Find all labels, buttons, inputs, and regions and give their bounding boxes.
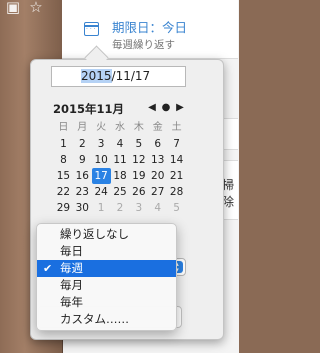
weekday-label: 火 bbox=[96, 122, 107, 133]
weekday-label: 水 bbox=[115, 122, 125, 133]
today-button[interactable]: ● bbox=[160, 101, 172, 115]
calendar-day[interactable]: 6 bbox=[148, 136, 167, 152]
task-row[interactable] bbox=[222, 118, 238, 150]
calendar-day[interactable]: 2 bbox=[111, 200, 130, 216]
calendar-day[interactable]: 24 bbox=[92, 184, 111, 200]
prev-month-button[interactable]: ◀ bbox=[146, 101, 158, 115]
calendar-day[interactable]: 4 bbox=[111, 136, 130, 152]
repeat-option-label: 毎日 bbox=[60, 244, 83, 258]
repeat-option-label: 繰り返しなし bbox=[60, 227, 129, 241]
calendar-day[interactable]: 29 bbox=[54, 200, 73, 216]
calendar-day[interactable]: 3 bbox=[129, 200, 148, 216]
repeat-options-menu: 繰り返しなし 毎日 ✔ 毎週毎月毎年カスタム…… bbox=[36, 223, 177, 331]
weekday-header: 日月火水木金土 bbox=[54, 120, 186, 136]
repeat-option-label: 毎週 bbox=[60, 261, 83, 275]
calendar-week: 8 9 10 11 12 13 14 bbox=[54, 152, 186, 168]
due-date-row[interactable]: 期限日：今日 毎週繰り返す bbox=[62, 0, 238, 59]
calendar-day[interactable]: 11 bbox=[111, 152, 130, 168]
calendar-day[interactable]: 23 bbox=[73, 184, 92, 200]
weekday-label: 月 bbox=[77, 122, 88, 133]
calendar-day[interactable]: 3 bbox=[92, 136, 111, 152]
weekday-label: 金 bbox=[152, 122, 163, 133]
calendar-week: 15 16 17 18 19 20 21 bbox=[54, 168, 186, 184]
date-input[interactable]: 2015/11/17 bbox=[51, 66, 186, 87]
calendar-week: 1234567 bbox=[54, 136, 186, 152]
repeat-option[interactable]: カスタム…… bbox=[37, 311, 176, 328]
calendar-day[interactable]: 21 bbox=[167, 168, 186, 184]
month-title: 2015年11月 bbox=[53, 102, 125, 116]
calendar-day[interactable]: 27 bbox=[148, 184, 167, 200]
calendar-day[interactable]: 8 bbox=[54, 152, 73, 168]
lock-icon[interactable]: ▣ bbox=[4, 0, 22, 16]
calendar-day[interactable]: 28 bbox=[167, 184, 186, 200]
task-title-partial: 掃除 bbox=[222, 178, 235, 209]
weekday-label: 日 bbox=[58, 122, 69, 133]
calendar-day[interactable]: 9 bbox=[73, 152, 92, 168]
calendar-week: 22 23 24 25 26 27 28 bbox=[54, 184, 186, 200]
calendar-day[interactable]: 1 bbox=[54, 136, 73, 152]
calendar-icon bbox=[84, 22, 99, 36]
repeat-option-label: 毎年 bbox=[60, 295, 83, 309]
repeat-option[interactable]: 毎年 bbox=[37, 294, 176, 311]
calendar-day[interactable]: 16 bbox=[73, 168, 92, 184]
repeat-option[interactable]: ✔ 毎週 bbox=[37, 260, 176, 277]
calendar-day[interactable]: 22 bbox=[54, 184, 73, 200]
repeat-option[interactable]: 繰り返しなし bbox=[37, 226, 176, 243]
calendar-day[interactable]: 10 bbox=[92, 152, 111, 168]
checkmark-icon: ✔ bbox=[43, 262, 53, 275]
calendar-day[interactable]: 30 bbox=[73, 200, 92, 216]
repeat-option[interactable]: 毎日 bbox=[37, 243, 176, 260]
calendar-week: 29 30 1 2 3 4 5 bbox=[54, 200, 186, 216]
calendar-grid: 日月火水木金土 1 2 3 4 5 6 7 8 9 10 11 12 13 14 15 16 17 18 19 20 21… bbox=[54, 120, 186, 216]
calendar-day-selected[interactable]: 17 bbox=[91, 168, 111, 184]
calendar-day[interactable]: 20 bbox=[148, 168, 167, 184]
repeat-option[interactable]: 毎月 bbox=[37, 277, 176, 294]
repeat-option-label: カスタム…… bbox=[60, 312, 129, 326]
calendar-day[interactable]: 18 bbox=[111, 168, 130, 184]
repeat-option-label: 毎月 bbox=[60, 278, 83, 292]
next-month-button[interactable]: ▶ bbox=[174, 101, 186, 115]
calendar-day[interactable]: 7 bbox=[167, 136, 186, 152]
calendar-day[interactable]: 25 bbox=[111, 184, 130, 200]
calendar-day[interactable]: 12 bbox=[129, 152, 148, 168]
due-date-label: 期限日：今日 bbox=[112, 20, 188, 35]
repeat-summary: 毎週繰り返す bbox=[112, 39, 175, 51]
calendar-day[interactable]: 14 bbox=[167, 152, 186, 168]
weekday-label: 木 bbox=[133, 122, 144, 133]
date-input-selected-text: 2015 bbox=[81, 69, 112, 83]
calendar-day[interactable]: 26 bbox=[129, 184, 148, 200]
calendar-day[interactable]: 19 bbox=[129, 168, 148, 184]
calendar-day[interactable]: 2 bbox=[73, 136, 92, 152]
calendar-day[interactable]: 13 bbox=[148, 152, 167, 168]
date-input-text: /11/17 bbox=[111, 69, 151, 83]
calendar-day[interactable]: 5 bbox=[129, 136, 148, 152]
weekday-label: 土 bbox=[171, 122, 182, 133]
star-icon[interactable]: ☆ bbox=[27, 0, 45, 16]
calendar-day[interactable]: 5 bbox=[167, 200, 186, 216]
calendar-day[interactable]: 1 bbox=[92, 200, 111, 216]
calendar-day[interactable]: 4 bbox=[148, 200, 167, 216]
calendar-day[interactable]: 15 bbox=[54, 168, 73, 184]
